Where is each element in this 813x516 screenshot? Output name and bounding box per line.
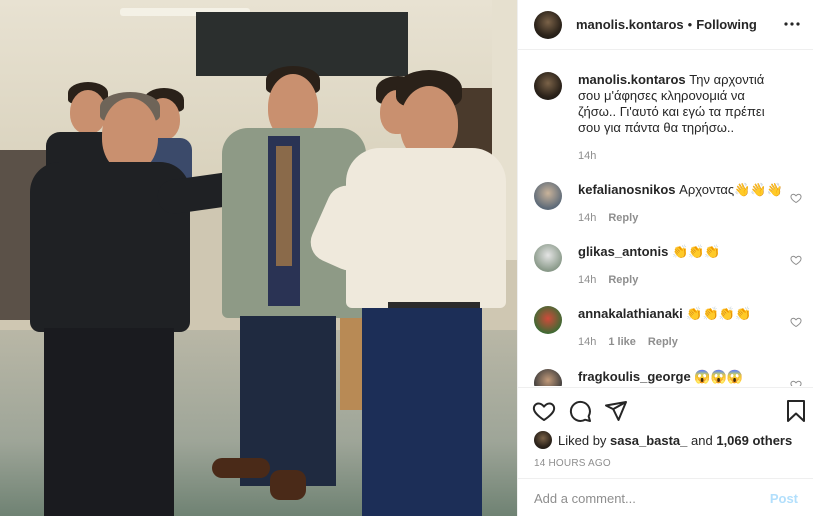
- share-icon[interactable]: [604, 399, 628, 423]
- following-button[interactable]: Following: [696, 17, 757, 32]
- likes-summary[interactable]: Liked by sasa_basta_ and 1,069 others: [534, 431, 792, 449]
- post-sidebar: manolis.kontaros • Following manolis.kon…: [517, 0, 813, 516]
- caption: manolis.kontaros Την αρχοντιά σου μ'άφησ…: [534, 72, 804, 172]
- comment-username[interactable]: annakalathianaki: [578, 306, 683, 321]
- comment-text: 😱😱😱: [694, 369, 743, 384]
- comment-like-heart-icon[interactable]: [790, 316, 802, 328]
- bookmark-icon[interactable]: [784, 399, 808, 423]
- post-header: manolis.kontaros • Following: [518, 0, 813, 50]
- comment-avatar[interactable]: [534, 182, 562, 210]
- comment-avatar[interactable]: [534, 306, 562, 334]
- likes-prefix: Liked by: [558, 432, 607, 448]
- post-photo[interactable]: [0, 0, 517, 516]
- comment-time[interactable]: 14h: [578, 212, 596, 224]
- post-actions: Liked by sasa_basta_ and 1,069 others 14…: [518, 387, 813, 516]
- author-avatar[interactable]: [534, 10, 562, 39]
- comment-meta: 14h Reply: [578, 212, 638, 224]
- post-comment-button[interactable]: Post: [770, 491, 798, 506]
- liker-avatar[interactable]: [534, 431, 552, 449]
- caption-body: manolis.kontaros Την αρχοντιά σου μ'άφησ…: [578, 72, 784, 136]
- likes-others[interactable]: 1,069 others: [716, 433, 792, 448]
- post-timestamp[interactable]: 14 HOURS AGO: [534, 458, 611, 469]
- author-username[interactable]: manolis.kontaros: [576, 17, 684, 32]
- comment-meta: 14h 1 like Reply: [578, 336, 678, 348]
- liker-username[interactable]: sasa_basta_: [610, 433, 687, 448]
- comment-like-heart-icon[interactable]: [790, 192, 802, 204]
- header-separator: •: [687, 17, 693, 32]
- comment-body: glikas_antonis 👏👏👏: [578, 244, 784, 260]
- reply-button[interactable]: Reply: [648, 336, 678, 348]
- comments-list[interactable]: manolis.kontaros Την αρχοντιά σου μ'άφησ…: [518, 51, 813, 386]
- reply-button[interactable]: Reply: [608, 274, 638, 286]
- comment-like-heart-icon[interactable]: [790, 379, 802, 386]
- caption-avatar[interactable]: [534, 72, 562, 100]
- comment-body: annakalathianaki 👏👏👏👏: [578, 306, 784, 322]
- comment-avatar[interactable]: [534, 369, 562, 386]
- more-horizontal-icon[interactable]: [780, 12, 804, 36]
- comment-meta: 14h Reply: [578, 274, 638, 286]
- comment-body: fragkoulis_george 😱😱😱: [578, 369, 784, 385]
- add-comment-bar: Post: [518, 478, 813, 516]
- comment-icon[interactable]: [568, 399, 592, 423]
- likes-joiner: and: [691, 432, 713, 448]
- comment-username[interactable]: fragkoulis_george: [578, 369, 691, 384]
- heart-icon[interactable]: [532, 399, 556, 423]
- reply-button[interactable]: Reply: [608, 212, 638, 224]
- comment-input[interactable]: [534, 490, 770, 506]
- post-viewer: manolis.kontaros • Following manolis.kon…: [0, 0, 813, 516]
- comment-item: kefalianosnikos Αρχοντας👋👋👋 14h Reply: [534, 182, 804, 234]
- comment-username[interactable]: glikas_antonis: [578, 244, 668, 259]
- comment-time[interactable]: 14h: [578, 274, 596, 286]
- comment-body: kefalianosnikos Αρχοντας👋👋👋: [578, 182, 784, 198]
- comment-text: Αρχοντας👋👋👋: [679, 182, 783, 197]
- caption-time[interactable]: 14h: [578, 150, 596, 162]
- comment-like-heart-icon[interactable]: [790, 254, 802, 266]
- comment-item: annakalathianaki 👏👏👏👏 14h 1 like Reply: [534, 306, 804, 358]
- comment-time[interactable]: 14h: [578, 336, 596, 348]
- photo-person-white-shirt: [304, 70, 517, 516]
- comment-avatar[interactable]: [534, 244, 562, 272]
- comment-item: glikas_antonis 👏👏👏 14h Reply: [534, 244, 804, 296]
- caption-username[interactable]: manolis.kontaros: [578, 72, 686, 87]
- comment-item: fragkoulis_george 😱😱😱: [534, 369, 804, 386]
- caption-meta: 14h: [578, 150, 596, 162]
- comment-username[interactable]: kefalianosnikos: [578, 182, 676, 197]
- comment-text: 👏👏👏: [671, 244, 721, 259]
- comment-like-count[interactable]: 1 like: [608, 336, 636, 348]
- comment-text: 👏👏👏👏: [686, 306, 752, 321]
